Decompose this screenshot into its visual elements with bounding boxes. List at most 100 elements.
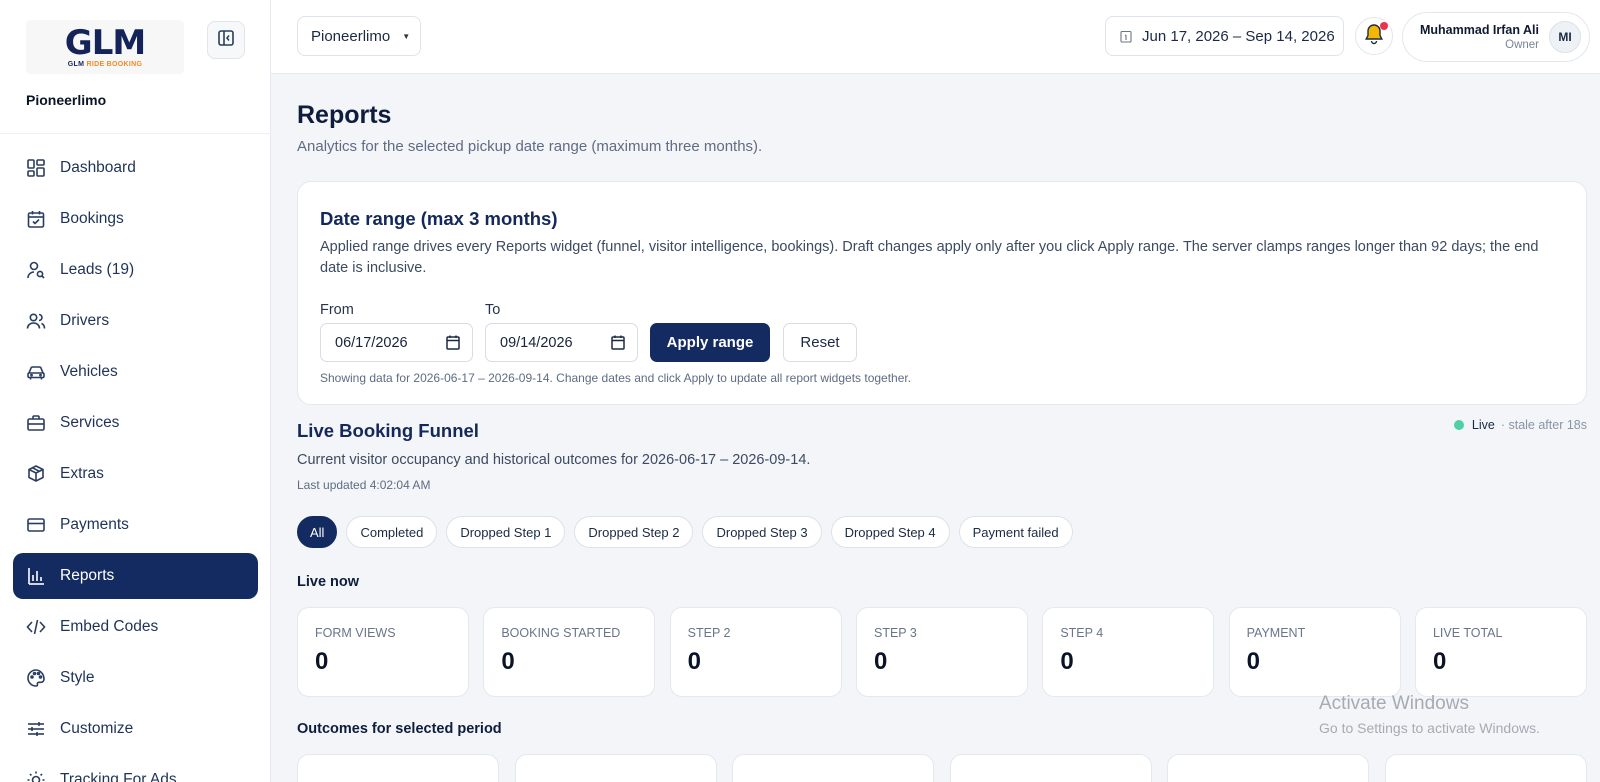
sliders-icon bbox=[25, 718, 47, 740]
sidebar-divider bbox=[0, 133, 271, 134]
stat-card: Payment 0 bbox=[1228, 607, 1401, 697]
calendar-icon[interactable] bbox=[446, 335, 460, 354]
stat-label: Booking started bbox=[501, 626, 621, 640]
date-range-picker[interactable]: Jun 17, 2026 – Sep 14, 2026 bbox=[1105, 16, 1344, 56]
stat-value: 0 bbox=[1060, 648, 1074, 675]
activate-windows-watermark: Activate Windows Go to Settings to activ… bbox=[1319, 693, 1540, 736]
outcomes-heading: Outcomes for selected period bbox=[297, 721, 502, 737]
notification-badge bbox=[1380, 22, 1388, 30]
sidebar-org-name: Pioneerlimo bbox=[26, 92, 107, 108]
brand-logo[interactable]: GLM GLM RIDE BOOKING bbox=[26, 20, 184, 74]
stat-value: 0 bbox=[1246, 648, 1260, 675]
outcome-card bbox=[1167, 754, 1370, 782]
to-date-input[interactable]: 09/14/2026 bbox=[485, 323, 638, 362]
outcome-card bbox=[1384, 754, 1587, 782]
org-select-value: Pioneerlimo bbox=[311, 27, 391, 45]
sidebar-item-label: Services bbox=[60, 414, 120, 431]
stat-card: Step 4 0 bbox=[1042, 607, 1215, 697]
sidebar-item-dashboard[interactable]: Dashboard bbox=[13, 145, 258, 191]
reset-button[interactable]: Reset bbox=[783, 323, 857, 362]
page-subtitle: Analytics for the selected pickup date r… bbox=[297, 138, 763, 155]
org-select[interactable]: Pioneerlimo ▼ bbox=[297, 16, 421, 56]
outcome-card bbox=[949, 754, 1152, 782]
stat-label: Form views bbox=[315, 626, 396, 640]
logo-subtitle: GLM RIDE BOOKING bbox=[67, 61, 143, 68]
funnel-subtitle: Current visitor occupancy and historical… bbox=[297, 452, 811, 468]
outcome-card bbox=[514, 754, 717, 782]
package-icon bbox=[25, 463, 47, 485]
sidebar-item-tracking-for-ads[interactable]: Tracking For Ads bbox=[13, 757, 258, 782]
filter-chip-dropped-step-4[interactable]: Dropped Step 4 bbox=[830, 516, 950, 548]
sidebar-item-label: Dashboard bbox=[60, 159, 136, 176]
live-now-heading: Live now bbox=[297, 574, 360, 590]
to-label: To bbox=[485, 302, 501, 318]
funnel-title: Live Booking Funnel bbox=[297, 420, 479, 441]
live-status-dot bbox=[1453, 420, 1464, 430]
stat-card: Form views 0 bbox=[297, 607, 469, 697]
sidebar-item-payments[interactable]: Payments bbox=[13, 502, 258, 548]
filter-chip-dropped-step-1[interactable]: Dropped Step 1 bbox=[446, 516, 566, 548]
stat-label: Step 3 bbox=[873, 626, 917, 640]
date-range-text: Jun 17, 2026 – Sep 14, 2026 bbox=[1142, 27, 1335, 45]
outcome-card bbox=[297, 754, 499, 782]
sun-icon bbox=[25, 769, 47, 782]
caret-down-icon: ▼ bbox=[402, 31, 411, 41]
sidebar-item-label: Bookings bbox=[60, 210, 124, 227]
funnel-filter-chips: All Completed Dropped Step 1 Dropped Ste… bbox=[297, 516, 1082, 548]
stat-value: 0 bbox=[873, 648, 888, 675]
filter-chip-dropped-step-2[interactable]: Dropped Step 2 bbox=[574, 516, 694, 548]
bar-chart-icon bbox=[25, 565, 47, 587]
avatar: MI bbox=[1549, 21, 1581, 53]
sidebar-item-label: Reports bbox=[60, 567, 115, 584]
calendar-icon[interactable] bbox=[611, 335, 625, 354]
user-menu[interactable]: Muhammad Irfan Ali Owner MI bbox=[1402, 12, 1590, 62]
stat-value: 0 bbox=[315, 648, 329, 675]
from-date-value: 06/17/2026 bbox=[335, 334, 408, 351]
sidebar-collapse-button[interactable] bbox=[207, 21, 245, 59]
palette-icon bbox=[25, 667, 47, 689]
calendar-icon bbox=[1120, 30, 1132, 43]
stat-label: Step 2 bbox=[687, 626, 731, 640]
notifications-button[interactable] bbox=[1355, 17, 1393, 55]
calendar-check-icon bbox=[25, 208, 47, 230]
sidebar-item-drivers[interactable]: Drivers bbox=[13, 298, 258, 344]
stat-card: Live total 0 bbox=[1414, 607, 1587, 697]
watermark-title: Activate Windows bbox=[1319, 693, 1469, 714]
apply-range-button[interactable]: Apply range bbox=[650, 323, 770, 362]
sidebar-item-customize[interactable]: Customize bbox=[13, 706, 258, 752]
sidebar-item-services[interactable]: Services bbox=[13, 400, 258, 446]
users-icon bbox=[25, 310, 47, 332]
sidebar-item-style[interactable]: Style bbox=[13, 655, 258, 701]
from-date-input[interactable]: 06/17/2026 bbox=[320, 323, 473, 362]
sidebar-item-embed-codes[interactable]: Embed Codes bbox=[13, 604, 258, 650]
sidebar-item-leads[interactable]: Leads (19) bbox=[13, 247, 258, 293]
code-icon bbox=[25, 616, 47, 638]
filter-chip-payment-failed[interactable]: Payment failed bbox=[958, 516, 1073, 548]
filter-chip-dropped-step-3[interactable]: Dropped Step 3 bbox=[702, 516, 822, 548]
date-range-title: Date range (max 3 months) bbox=[320, 208, 558, 229]
stat-value: 0 bbox=[501, 648, 515, 675]
live-label: Live bbox=[1471, 418, 1495, 432]
stat-card: Step 2 0 bbox=[669, 607, 842, 697]
car-icon bbox=[25, 361, 47, 383]
date-range-description: Applied range drives every Reports widge… bbox=[320, 239, 1539, 276]
sidebar-item-label: Payments bbox=[60, 516, 129, 533]
sidebar-item-reports[interactable]: Reports bbox=[13, 553, 258, 599]
sidebar-item-label: Extras bbox=[60, 465, 104, 482]
filter-chip-completed[interactable]: Completed bbox=[346, 516, 438, 548]
stat-label: Live total bbox=[1432, 626, 1503, 640]
to-date-value: 09/14/2026 bbox=[500, 334, 573, 351]
sidebar-item-vehicles[interactable]: Vehicles bbox=[13, 349, 258, 395]
outcome-cards bbox=[297, 754, 1587, 782]
date-range-card: Date range (max 3 months) Applied range … bbox=[297, 181, 1587, 405]
sidebar-item-bookings[interactable]: Bookings bbox=[13, 196, 258, 242]
filter-chip-all[interactable]: All bbox=[297, 516, 338, 548]
sidebar-item-label: Style bbox=[60, 669, 95, 686]
from-label: From bbox=[320, 302, 354, 318]
watermark-subtitle: Go to Settings to activate Windows. bbox=[1319, 720, 1540, 736]
sidebar-item-label: Embed Codes bbox=[60, 618, 159, 635]
sidebar-item-label: Drivers bbox=[60, 312, 110, 329]
stat-label: Payment bbox=[1246, 626, 1306, 640]
briefcase-icon bbox=[25, 412, 47, 434]
sidebar-item-extras[interactable]: Extras bbox=[13, 451, 258, 497]
